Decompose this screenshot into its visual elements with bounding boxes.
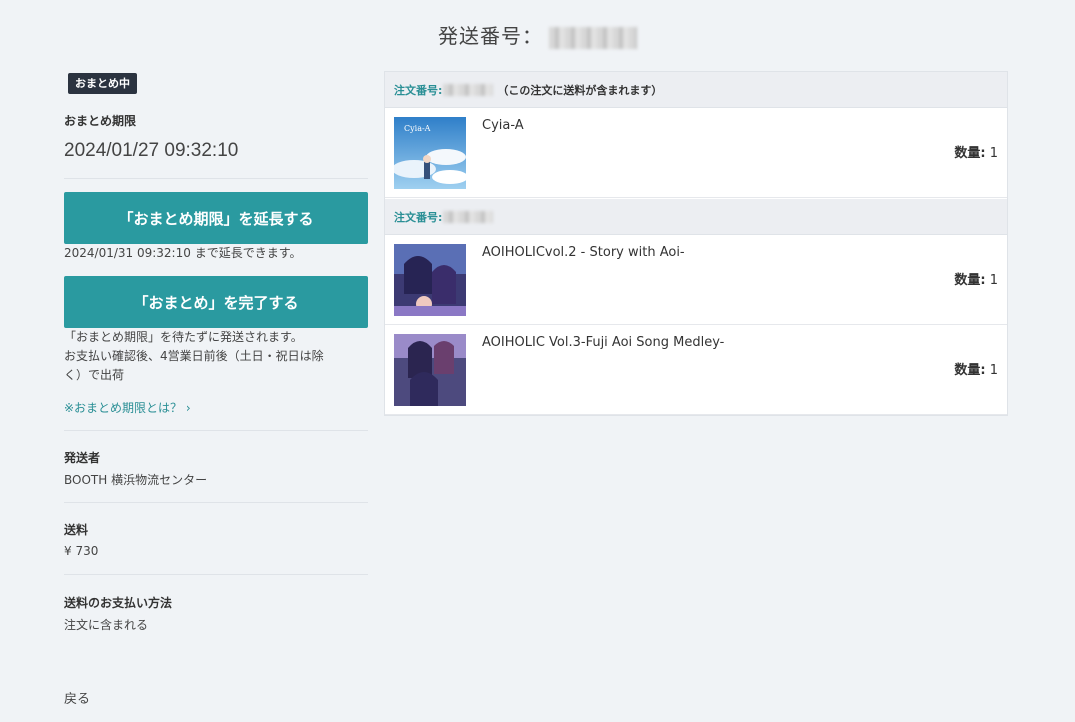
- divider: [64, 430, 368, 431]
- order-number-label: 注文番号:: [394, 210, 443, 224]
- page-title-text: 発送番号：: [438, 24, 543, 48]
- order-header: 注文番号:: [385, 199, 1007, 235]
- deadline-value: 2024/01/27 09:32:10: [64, 140, 239, 161]
- sender-value: BOOTH 横浜物流センター: [64, 473, 208, 487]
- deadline-info-link[interactable]: ※おまとめ期限とは？ ›: [64, 399, 191, 416]
- order-item-row[interactable]: AOIHOLICvol.2 - Story with Aoi- 数量: 1: [385, 235, 1007, 325]
- payment-method-value: 注文に含まれる: [64, 618, 149, 632]
- deadline-label: おまとめ期限: [64, 114, 137, 128]
- order-item-row[interactable]: AOIHOLIC Vol.3-Fuji Aoi Song Medley- 数量:…: [385, 325, 1007, 415]
- divider: [64, 574, 368, 575]
- item-quantity: 数量: 1: [954, 142, 998, 161]
- extend-note: 2024/01/31 09:32:10 まで延長できます。: [64, 246, 302, 260]
- item-name[interactable]: AOIHOLICvol.2 - Story with Aoi-: [482, 245, 685, 260]
- complete-note-line-1: 「おまとめ期限」を待たずに発送されます。: [64, 330, 303, 344]
- svg-text:Cyia-A: Cyia-A: [404, 124, 431, 133]
- shipping-fee-label: 送料: [64, 523, 89, 537]
- quantity-value: 1: [989, 363, 998, 378]
- extend-deadline-button[interactable]: 「おまとめ期限」を延長する: [64, 192, 368, 244]
- back-link[interactable]: 戻る: [64, 688, 90, 707]
- complete-note-line-3: く）で出荷: [64, 368, 125, 382]
- divider: [64, 502, 368, 503]
- redacted-order-number: [443, 210, 494, 223]
- complete-note: 「おまとめ期限」を待たずに発送されます。 お支払い確認後、4営業日前後（土日・祝…: [64, 328, 368, 385]
- payment-method-label: 送料のお支払い方法: [64, 596, 173, 610]
- order-header: 注文番号: （この注文に送料が含まれます）: [385, 72, 1007, 108]
- item-quantity: 数量: 1: [954, 359, 998, 378]
- quantity-label: 数量:: [954, 363, 986, 378]
- page-title: 発送番号：: [0, 20, 1075, 49]
- item-name[interactable]: AOIHOLIC Vol.3-Fuji Aoi Song Medley-: [482, 335, 724, 350]
- redacted-shipment-number: [549, 26, 637, 49]
- orders-panel: 注文番号: （この注文に送料が含まれます） Cyia-A Cyia-A 数量: …: [384, 71, 1008, 416]
- item-quantity: 数量: 1: [954, 269, 998, 288]
- sender-label: 発送者: [64, 451, 101, 465]
- item-thumbnail[interactable]: Cyia-A: [394, 117, 466, 189]
- shipping-fee-value: ¥ 730: [64, 544, 99, 558]
- quantity-value: 1: [989, 146, 998, 161]
- item-thumbnail[interactable]: [394, 244, 466, 316]
- item-name[interactable]: Cyia-A: [482, 118, 524, 133]
- complete-note-line-2: お支払い確認後、4営業日前後（土日・祝日は除: [64, 349, 324, 363]
- order-item-row[interactable]: Cyia-A Cyia-A 数量: 1: [385, 108, 1007, 198]
- status-badge: おまとめ中: [68, 73, 137, 94]
- quantity-label: 数量:: [954, 146, 986, 161]
- item-thumbnail[interactable]: [394, 334, 466, 406]
- quantity-label: 数量:: [954, 273, 986, 288]
- order-number-label: 注文番号:: [394, 83, 443, 97]
- order-shipping-note: （この注文に送料が含まれます）: [497, 83, 663, 97]
- redacted-order-number: [443, 83, 494, 96]
- divider: [64, 178, 368, 179]
- complete-bundle-button[interactable]: 「おまとめ」を完了する: [64, 276, 368, 328]
- quantity-value: 1: [989, 273, 998, 288]
